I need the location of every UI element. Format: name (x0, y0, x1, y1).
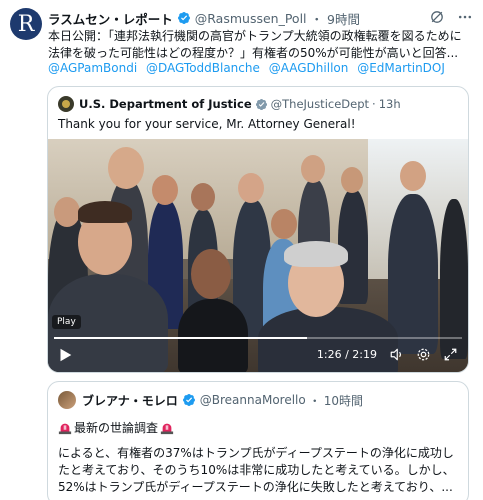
quoted-author-handle[interactable]: @TheJusticeDept (271, 97, 369, 111)
tweet-header: ラスムセン・レポート @Rasmussen_Poll ・ 9時間 (48, 9, 473, 27)
quoted-timestamp[interactable]: 13h (379, 97, 401, 111)
settings-gear-icon[interactable] (416, 347, 431, 362)
author-name[interactable]: ラスムセン・レポート (48, 9, 173, 28)
crowd-figure-head (108, 147, 144, 189)
foreground-figure-head (191, 249, 231, 299)
foreground-figure-hair (78, 201, 132, 223)
quoted-text-line: によると、有権者の37%はトランプ氏がディープステートの浄化に成功し (58, 446, 454, 460)
mention-link[interactable]: @AGPamBondi (48, 61, 137, 75)
volume-icon[interactable] (389, 347, 404, 362)
mention-link[interactable]: @AAGDhillon (269, 61, 349, 75)
crowd-figure-head (271, 209, 297, 239)
video-progress-bar[interactable] (54, 337, 462, 339)
quoted-post-morello[interactable]: ブレアナ・モレロ @BreannaMorello ・ 10時間 最新の世論調査 … (47, 381, 469, 500)
author-avatar[interactable]: R (10, 8, 42, 40)
video-player[interactable]: Play 1:26 / 2:19 (48, 139, 468, 372)
tweet-text: 本日公開：「連邦法執行機関の高官がトランプ大統領の政権転覆を図るために 法律を破… (48, 28, 473, 62)
play-icon[interactable] (56, 346, 74, 364)
quoted-author-handle[interactable]: @BreannaMorello (200, 393, 306, 407)
quoted-timestamp[interactable]: 10時間 (324, 392, 363, 409)
crowd-figure (440, 199, 468, 359)
crowd-figure-head (152, 175, 178, 205)
crowd-figure-head (54, 197, 80, 227)
avatar-letter: R (17, 11, 35, 37)
video-controls-right: 1:26 / 2:19 (317, 347, 458, 362)
quoted-headline-row: 最新の世論調査 (58, 419, 174, 436)
quoted-text-line: たと考えており、そのうち10%は非常に成功したと考えている。しかし、 (58, 463, 455, 477)
doj-seal-avatar[interactable] (58, 96, 74, 112)
timestamp[interactable]: 9時間 (327, 9, 360, 28)
crowd-figure-head (238, 173, 264, 203)
mentions: @AGPamBondi @DAGToddBlanche @AAGDhillon … (48, 60, 473, 77)
quoted-author-name[interactable]: U.S. Department of Justice (79, 97, 252, 111)
quoted-post-text: によると、有権者の37%はトランプ氏がディープステートの浄化に成功し たと考えて… (58, 445, 463, 496)
video-controls: 1:26 / 2:19 (48, 343, 468, 369)
video-time: 1:26 / 2:19 (316, 348, 377, 361)
play-badge: Play (52, 315, 81, 329)
crowd-figure-head (341, 167, 363, 193)
quoted-author-name[interactable]: ブレアナ・モレロ (82, 392, 178, 409)
tweet-text-line: 本日公開：「連邦法執行機関の高官がトランプ大統領の政権転覆を図るために (48, 29, 462, 43)
verified-badge-icon (182, 393, 196, 407)
more-options-icon[interactable] (457, 9, 473, 25)
video-progress-fill (54, 337, 307, 339)
foreground-figure-hair (284, 241, 348, 267)
verified-badge-icon (177, 11, 191, 25)
government-badge-icon (255, 98, 268, 111)
siren-emoji-icon (58, 421, 72, 435)
mention-link[interactable]: @DAGToddBlanche (146, 61, 260, 75)
quoted-headline: 最新の世論調査 (74, 421, 159, 435)
separator: ・ (308, 393, 321, 408)
separator: · (372, 97, 376, 111)
quoted-post-doj[interactable]: U.S. Department of Justice @TheJusticeDe… (47, 86, 469, 373)
mention-link[interactable]: @EdMartinDOJ (357, 61, 445, 75)
crowd-figure-head (400, 161, 426, 191)
separator: ・ (310, 11, 324, 27)
siren-emoji-icon (160, 421, 174, 435)
quoted-post-header: U.S. Department of Justice @TheJusticeDe… (58, 95, 401, 113)
author-handle[interactable]: @Rasmussen_Poll (195, 11, 307, 26)
grok-icon[interactable] (429, 9, 445, 25)
fullscreen-icon[interactable] (443, 347, 458, 362)
tweet[interactable]: R ラスムセン・レポート @Rasmussen_Poll ・ 9時間 本日公開：… (0, 0, 483, 500)
quoted-post-text: Thank you for your service, Mr. Attorney… (58, 117, 356, 131)
quoted-post-header: ブレアナ・モレロ @BreannaMorello ・ 10時間 (58, 391, 363, 409)
crowd-figure-head (191, 183, 215, 211)
crowd-figure-head (301, 155, 325, 183)
quoted-author-avatar[interactable] (58, 391, 76, 409)
quoted-text-line: 52%はトランプ氏がディープステートの浄化に失敗したと考えており、... (58, 480, 453, 494)
header-actions (429, 9, 473, 25)
